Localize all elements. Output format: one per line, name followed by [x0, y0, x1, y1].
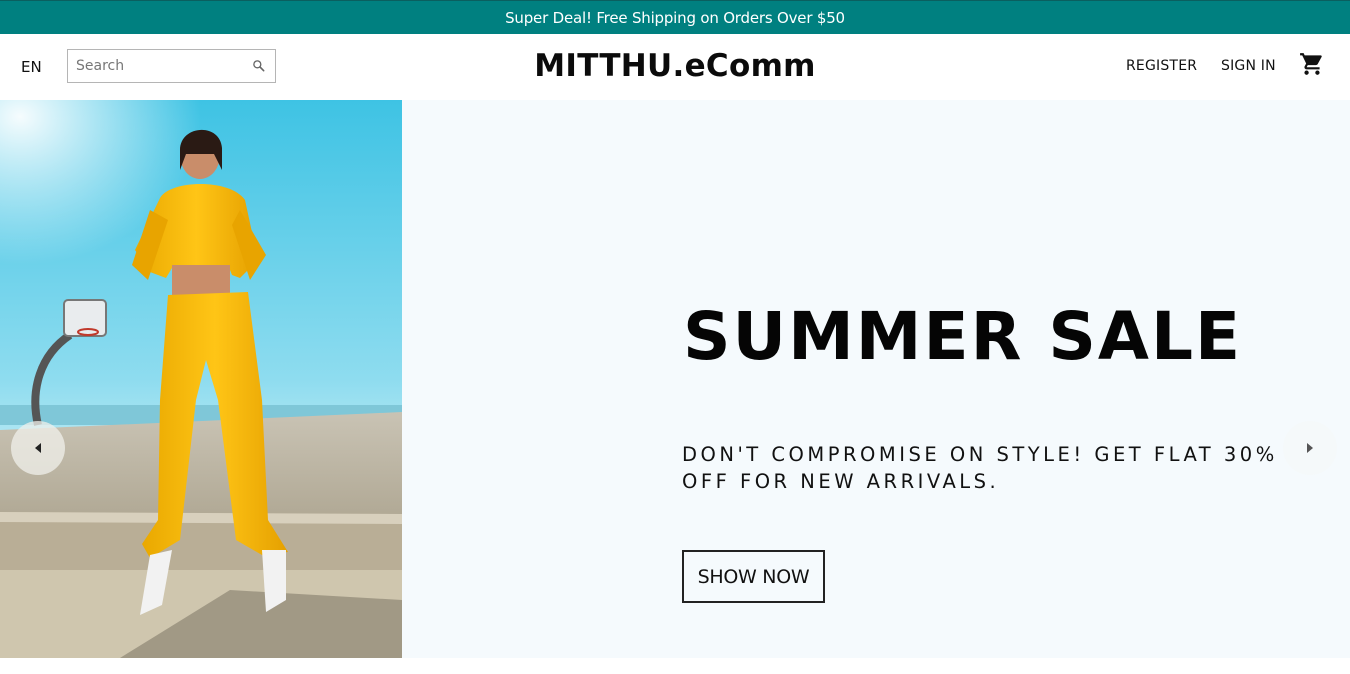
hero-description: DON'T COMPROMISE ON STYLE! GET FLAT 30% …	[682, 443, 1278, 493]
announcement-bar: Super Deal! Free Shipping on Orders Over…	[0, 0, 1350, 34]
slider-prev-button[interactable]	[11, 421, 65, 475]
slider-next-button[interactable]	[1283, 421, 1337, 475]
hero-image	[0, 100, 402, 658]
search-input[interactable]	[76, 58, 246, 74]
search-container	[67, 49, 276, 83]
arrow-left-icon	[35, 443, 41, 453]
hero-title: SUMMER SALE	[683, 298, 1243, 375]
arrow-right-icon	[1307, 443, 1313, 453]
hero-slider: SUMMER SALE DON'T COMPROMISE ON STYLE! G…	[0, 100, 1350, 658]
search-icon[interactable]	[251, 58, 267, 74]
announcement-text: Super Deal! Free Shipping on Orders Over…	[505, 8, 845, 27]
show-now-button[interactable]: SHOW NOW	[682, 550, 825, 603]
shopping-cart-icon[interactable]	[1299, 51, 1325, 77]
sign-in-link[interactable]: SIGN IN	[1221, 58, 1276, 74]
register-link[interactable]: REGISTER	[1126, 58, 1197, 74]
navbar: EN MITTHU.eComm REGISTER SIGN IN	[0, 34, 1350, 100]
site-logo[interactable]: MITTHU.eComm	[534, 48, 816, 84]
language-selector[interactable]: EN	[21, 58, 42, 76]
